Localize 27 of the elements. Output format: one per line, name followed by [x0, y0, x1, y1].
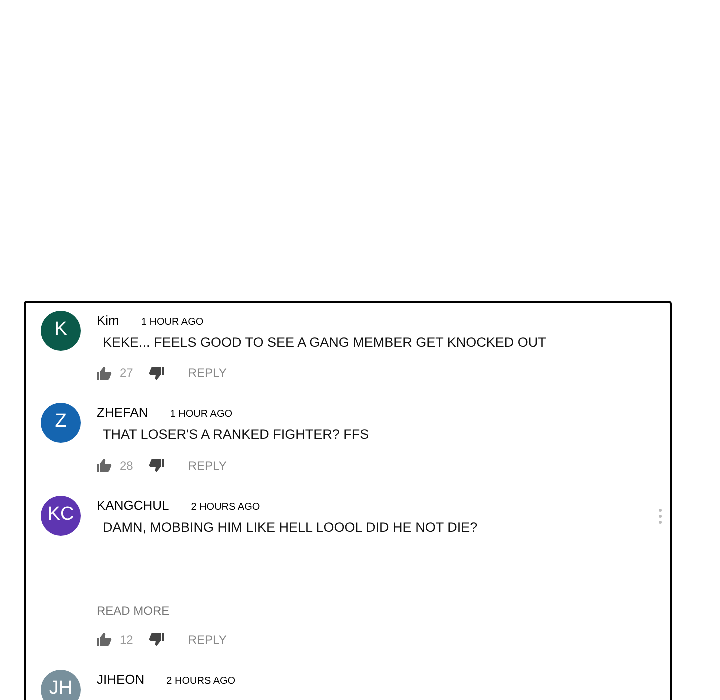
comment-text: THAT LOSER'S A RANKED FIGHTER? FFS: [103, 426, 370, 444]
author-name[interactable]: ZHEFAN: [97, 403, 148, 423]
thumbs-up-icon[interactable]: [97, 633, 112, 646]
avatar[interactable]: K: [41, 311, 81, 351]
author-name[interactable]: JIHEON: [97, 670, 145, 690]
like-count: 28: [120, 458, 134, 474]
reply-button[interactable]: REPLY: [188, 456, 227, 474]
avatar[interactable]: KC: [41, 496, 81, 536]
timestamp: 1 HOUR AGO: [141, 316, 204, 330]
thumbs-up-icon[interactable]: [97, 366, 112, 380]
thumbs-down-icon[interactable]: [149, 633, 164, 646]
avatar[interactable]: Z: [41, 403, 81, 444]
comment-text: KEKE... FEELS GOOD TO SEE A GANG MEMBER GET KNOCKED OUT: [103, 334, 546, 352]
timestamp: 1 HOUR AGO: [170, 408, 233, 422]
thumbs-down-icon[interactable]: [149, 459, 164, 472]
reply-button[interactable]: REPLY: [188, 364, 227, 382]
thumbs-down-icon[interactable]: [149, 366, 164, 380]
like-count: 27: [120, 365, 134, 382]
timestamp: 2 HOURS AGO: [191, 500, 260, 514]
reply-button[interactable]: REPLY: [188, 630, 227, 649]
author-name[interactable]: KANGCHUL: [97, 496, 170, 515]
like-count: 12: [120, 632, 134, 649]
read-more-link[interactable]: READ MORE: [97, 602, 170, 620]
author-name[interactable]: Kim: [97, 311, 120, 330]
comment-text: DAMN, MOBBING HIM LIKE HELL LOOOL DID HE NOT DIE?: [103, 518, 478, 536]
thumbs-up-icon[interactable]: [97, 459, 112, 472]
timestamp: 2 HOURS AGO: [166, 674, 236, 689]
